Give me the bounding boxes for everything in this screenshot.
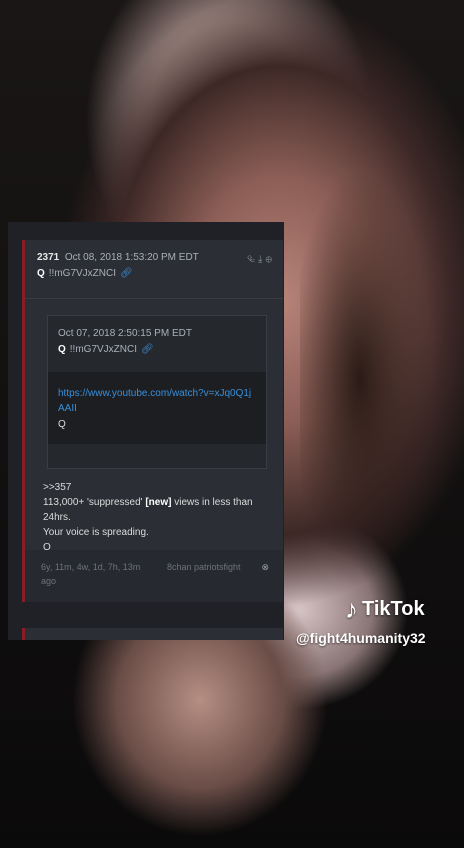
post-age: 6y, 11m, 4w, 1d, 7h, 13m ago [41, 562, 141, 586]
post-actions: ⮴⤓⊕ [247, 254, 275, 265]
author-name: Q [37, 268, 45, 279]
youtube-link[interactable]: https://www.youtube.com/watch?v=xJq0Q1jA… [58, 386, 256, 416]
tiktok-watermark: ♪ TikTok [345, 594, 425, 625]
post-body: >>357 113,000+ 'suppressed' [new] views … [43, 480, 265, 555]
body-line-1: 113,000+ 'suppressed' [new] views in les… [43, 495, 265, 525]
body-line-2: Your voice is spreading. [43, 527, 149, 538]
quoted-datetime: Oct 07, 2018 2:50:15 PM EDT [58, 328, 192, 339]
quoted-body: https://www.youtube.com/watch?v=xJq0Q1jA… [48, 372, 266, 444]
quoted-author-name: Q [58, 344, 66, 355]
post-author: Q !!mG7VJxZNCI 🔗︎ [37, 268, 133, 279]
qdrop-card: 2371 Oct 08, 2018 1:53:20 PM EDT ⮴⤓⊕ Q!!… [8, 222, 284, 640]
tripcode: !!mG7VJxZNCI [48, 268, 117, 279]
quoted-signature: Q [58, 419, 66, 430]
target-icon[interactable]: ⊕ [265, 254, 275, 265]
link-icon[interactable]: 🔗︎ [120, 268, 133, 279]
quoted-author: Q !!mG7VJxZNCI 🔗︎ [58, 344, 154, 355]
hair-shadow [300, 120, 464, 640]
tiktok-handle: @fight4humanity32 [296, 630, 426, 646]
close-icon[interactable]: ⊗ [261, 562, 269, 573]
quoted-tripcode: !!mG7VJxZNCI [69, 344, 138, 355]
post: 2371 Oct 08, 2018 1:53:20 PM EDT ⮴⤓⊕ Q!!… [22, 240, 283, 602]
next-post-edge [22, 628, 283, 640]
share-icon[interactable]: ⮴ [247, 254, 258, 265]
tiktok-logo-icon: ♪ [345, 594, 358, 624]
post-number[interactable]: 2371 [37, 252, 59, 263]
new-tag: [new] [145, 497, 172, 508]
body-line-1-pre: 113,000+ 'suppressed' [43, 497, 146, 508]
tiktok-brand: TikTok [362, 598, 425, 620]
post-header: 2371 Oct 08, 2018 1:53:20 PM EDT [37, 252, 199, 263]
divider [25, 298, 283, 299]
post-datetime: Oct 08, 2018 1:53:20 PM EDT [64, 252, 199, 263]
reply-reference[interactable]: >>357 [43, 480, 265, 495]
post-board[interactable]: 8chan patriotsfight [167, 560, 241, 574]
post-footer: 6y, 11m, 4w, 1d, 7h, 13m ago 8chan patri… [25, 550, 283, 602]
quoted-post: Oct 07, 2018 2:50:15 PM EDT Q !!mG7VJxZNC… [47, 315, 267, 469]
link-icon[interactable]: 🔗︎ [141, 344, 154, 355]
